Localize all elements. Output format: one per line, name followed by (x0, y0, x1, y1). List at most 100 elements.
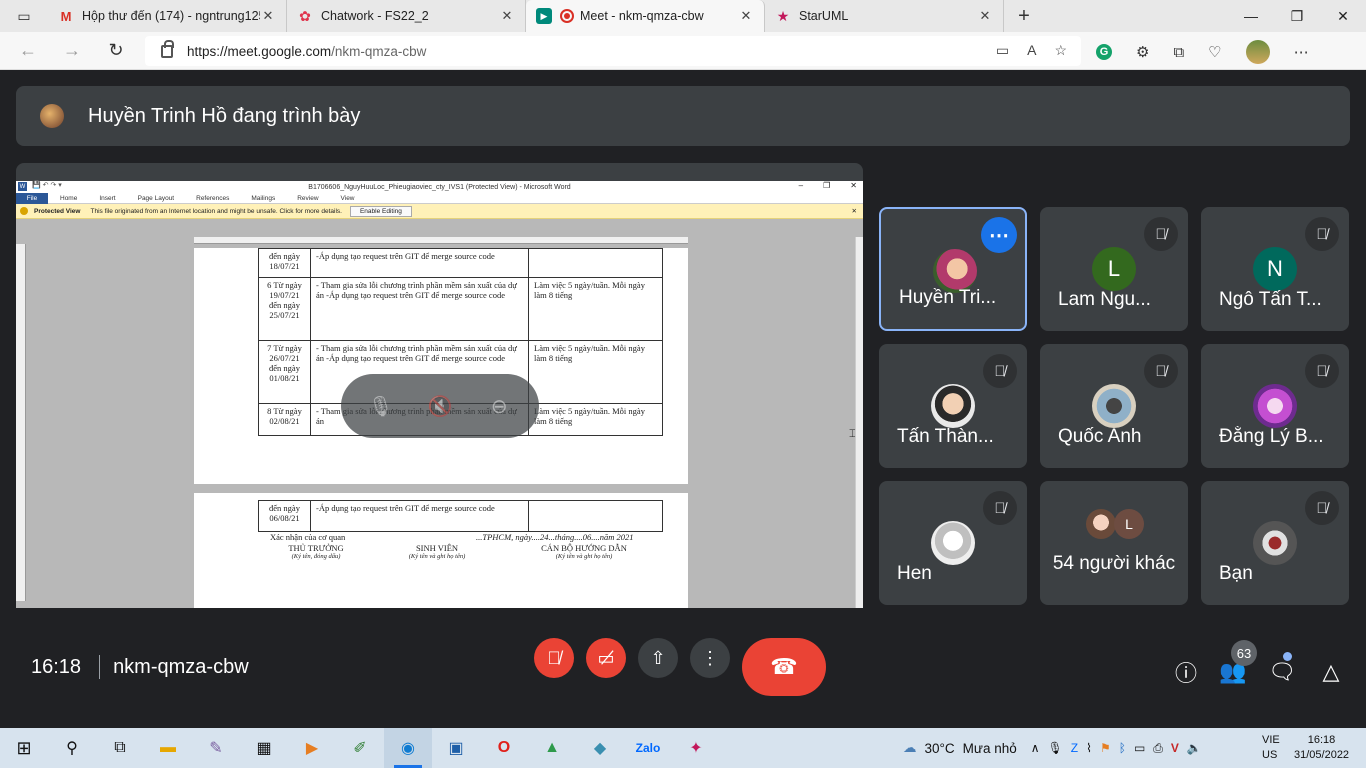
restore-icon[interactable]: ❐ (1274, 0, 1320, 32)
url-host: https://meet.google.com (187, 43, 332, 59)
tab-actions-icon[interactable]: ▭ (0, 0, 48, 32)
favorite-add-icon[interactable]: ☆ (1054, 42, 1067, 59)
table-cell: -Áp dụng tạo request trên GIT để merge s… (310, 500, 529, 532)
participant-tile[interactable]: 🎙̸ N Ngô Tấn T... (1201, 207, 1349, 331)
read-aloud-icon[interactable]: A (1027, 42, 1036, 59)
activities-button[interactable]: △ (1314, 655, 1348, 689)
mic-off-icon[interactable]: 🎙 (366, 391, 396, 421)
ribbon-home: Home (60, 194, 78, 202)
display-icon[interactable]: ▭ (1134, 741, 1145, 755)
presenter-banner: Huyền Trinh Hồ đang trình bày (16, 86, 1350, 146)
zalo-button[interactable]: Zalo (624, 728, 672, 768)
opera-button[interactable]: O (480, 728, 528, 768)
close-icon[interactable]: ✕ (977, 8, 993, 24)
camera-toggle-button[interactable]: ▭̸ (586, 638, 626, 678)
more-menu-icon[interactable]: ⋯ (1294, 43, 1309, 61)
table-cell: đến ngày 06/08/21 (258, 500, 311, 532)
self-tile[interactable]: 🎙̸ Bạn (1201, 481, 1349, 605)
others-tile[interactable]: L 54 người khác (1040, 481, 1188, 605)
more-options-icon[interactable]: ⋯ (981, 217, 1017, 253)
browser-essentials-icon[interactable]: ♡ (1208, 43, 1221, 61)
edge-button[interactable]: ◉ (384, 728, 432, 768)
media-player-button[interactable]: ▶ (288, 728, 336, 768)
file-explorer-button[interactable]: ▬ (144, 728, 192, 768)
keyboard-region: US (1262, 749, 1278, 761)
profile-avatar[interactable] (1245, 40, 1270, 64)
tab-meet[interactable]: ▶ Meet - nkm-qmza-cbw ✕ (526, 0, 765, 32)
weather-desc[interactable]: Mưa nhỏ (963, 741, 1017, 756)
table-row: đến ngày 06/08/21 -Áp dụng tạo request t… (258, 500, 663, 532)
lock-icon[interactable] (161, 39, 174, 58)
chatwork-icon: ✿ (299, 7, 311, 24)
extensions-icon[interactable]: ⚙ (1136, 43, 1149, 61)
avatar (1086, 509, 1116, 539)
participant-tile[interactable]: 🎙̸ Tấn Thàn... (879, 344, 1027, 468)
close-icon[interactable]: ✕ (499, 8, 515, 24)
ribbon-insert: Insert (99, 194, 116, 202)
participant-tile[interactable]: 🎙̸ Đằng Lý B... (1201, 344, 1349, 468)
task-view-button[interactable]: ⧉ (96, 728, 144, 768)
refresh-icon[interactable]: ↻ (94, 32, 138, 70)
remote-desktop-button[interactable]: ▣ (432, 728, 480, 768)
url-input[interactable]: https://meet.google.com/nkm-qmza-cbw ▭ A… (145, 36, 1081, 66)
folder-icon: ▬ (160, 739, 176, 756)
close-icon[interactable]: ✕ (738, 8, 754, 24)
participant-tile[interactable]: ⋯ Huyền Tri... (879, 207, 1027, 331)
participant-tile[interactable]: 🎙̸ Hen (879, 481, 1027, 605)
hang-up-icon: ☎ (770, 654, 798, 679)
app-tray-icon[interactable]: ⚑ (1100, 741, 1111, 755)
new-tab-button[interactable]: + (1004, 0, 1044, 32)
table-cell: Làm việc 5 ngày/tuần. Mỗi ngày làm 8 tiế… (528, 340, 663, 404)
table-cell: 6 Từ ngày 19/07/21 đến ngày 25/07/21 (258, 277, 311, 341)
start-button[interactable]: ⊞ (0, 728, 48, 768)
tab-gmail[interactable]: M Hộp thư đến (174) - ngntrung125 ✕ (48, 0, 287, 32)
printer-icon[interactable]: ⎙ (1153, 741, 1163, 756)
system-tray: ☁ 30°C Mưa nhỏ ∧ 🎙 Z ⌇ ⚑ ᛒ ▭ ⎙ V 🔈 (903, 728, 1210, 768)
ribbon-mailings: Mailings (251, 194, 276, 202)
antivirus-icon[interactable]: V (1171, 741, 1179, 755)
mic-toggle-button[interactable]: 🎙̸ (534, 638, 574, 678)
forward-icon[interactable]: → (50, 32, 94, 70)
shared-screen[interactable]: W 💾 ↶ ↷ ▾ B1706606_NguyHuuLoc_Phieugiaov… (16, 163, 863, 608)
paint-button[interactable]: ✎ (192, 728, 240, 768)
tab-chatwork[interactable]: ✿ Chatwork - FS22_2 ✕ (287, 0, 526, 32)
remove-icon[interactable]: ⊖ (484, 391, 514, 421)
notepad-button[interactable]: ✐ (336, 728, 384, 768)
system-clock[interactable]: 16:18 31/05/2022 (1294, 733, 1349, 763)
minimize-icon[interactable]: — (1228, 0, 1274, 32)
weather-temp[interactable]: 30°C (925, 741, 955, 756)
chevron-up-icon[interactable]: ∧ (1031, 741, 1040, 755)
tab-title: Chatwork - FS22_2 (321, 9, 429, 23)
table-cell (528, 500, 663, 532)
sticky-app-button[interactable]: ◆ (576, 728, 624, 768)
grammarly-icon[interactable]: G (1096, 44, 1112, 60)
volume-icon[interactable]: 🔈 (1187, 741, 1202, 755)
close-icon[interactable]: ✕ (260, 8, 276, 24)
calculator-button[interactable]: ▦ (240, 728, 288, 768)
tab-staruml[interactable]: ★ StarUML ✕ (765, 0, 1004, 32)
game-app-button[interactable]: ✦ (672, 728, 720, 768)
chat-button[interactable]: 🗨 (1265, 655, 1299, 689)
speaker-off-icon[interactable]: 🔇 (425, 391, 455, 421)
leave-call-button[interactable]: ☎ (742, 638, 826, 696)
participant-tile[interactable]: 🎙̸ L Lam Ngu... (1040, 207, 1188, 331)
zalo-tray-icon[interactable]: Z (1071, 741, 1078, 755)
back-icon[interactable]: ← (6, 32, 50, 70)
camera-icon[interactable]: ▭ (996, 42, 1009, 59)
participant-tile[interactable]: 🎙̸ Quốc Anh (1040, 344, 1188, 468)
network-icon[interactable]: ⌇ (1086, 741, 1092, 755)
table-cell: 8 Từ ngày 02/08/21 (258, 403, 311, 436)
collections-icon[interactable]: ⧉ (1173, 44, 1184, 61)
bluetooth-icon[interactable]: ᛒ (1119, 741, 1126, 755)
meeting-details-button[interactable]: ⓘ (1169, 655, 1203, 689)
microphone-icon[interactable]: 🎙 (1048, 741, 1063, 755)
photos-button[interactable]: ▲ (528, 728, 576, 768)
close-window-icon[interactable]: ✕ (1320, 0, 1366, 32)
table-cell: - Tham gia sửa lỗi chương trình phần mềm… (310, 277, 529, 341)
clock-time: 16:18 (1307, 734, 1336, 746)
present-button[interactable]: ⇧ (638, 638, 678, 678)
more-options-button[interactable]: ⋮ (690, 638, 730, 678)
input-language[interactable]: VIE US (1262, 733, 1280, 763)
meeting-code: nkm-qmza-cbw (113, 655, 249, 678)
search-button[interactable]: ⚲ (48, 728, 96, 768)
